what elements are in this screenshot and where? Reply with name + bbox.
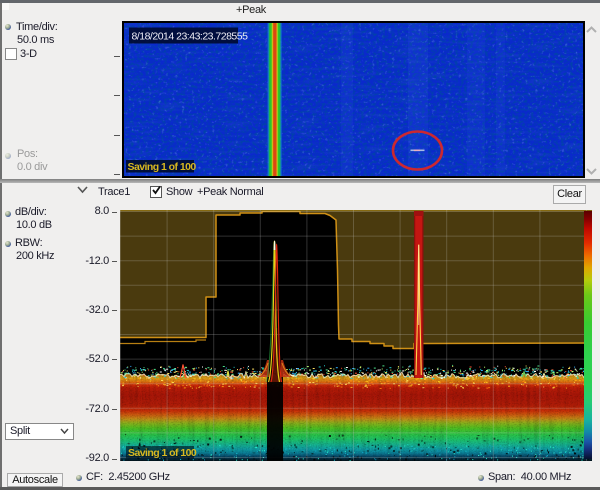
svg-text:Saving 1 of 100: Saving 1 of 100 [128,161,197,173]
svg-text:8/18/2014 23:43:23.728555: 8/18/2014 23:43:23.728555 [132,31,249,43]
svg-text:Saving 1 of 100: Saving 1 of 100 [128,447,197,459]
